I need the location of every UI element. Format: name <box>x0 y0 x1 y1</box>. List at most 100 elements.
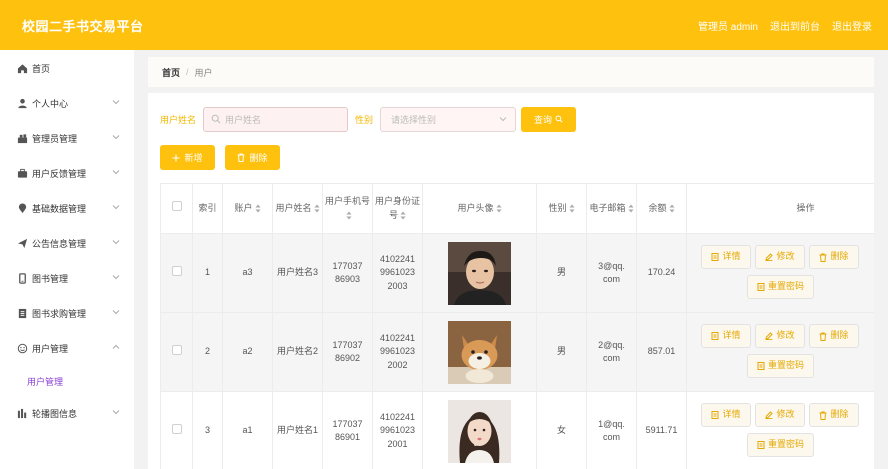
edit-button[interactable]: 修改 <box>755 245 805 269</box>
row-checkbox[interactable] <box>171 344 182 355</box>
cell-index: 1 <box>192 233 223 313</box>
chevron-down-icon <box>112 275 120 280</box>
sidebar-item-personal[interactable]: 个人中心 <box>0 86 134 121</box>
sidebar-item-carousel[interactable]: 轮播图信息 <box>0 396 134 431</box>
column-header-ops: 操作 <box>686 183 874 234</box>
shiba-dog-photo[interactable] <box>448 320 511 384</box>
breadcrumb-separator: / <box>186 67 189 77</box>
breadcrumb: 首页 / 用户 <box>148 57 874 87</box>
column-header-idcard[interactable]: 用户身份证号 <box>372 183 423 234</box>
main-panel: 用户姓名 用户姓名 性别 请选择性别 查询 新增 删除 索引 账户 用户姓名 用… <box>148 93 874 469</box>
chart-icon <box>16 408 28 420</box>
document-icon <box>711 253 719 261</box>
cell-name: 用户姓名1 <box>272 391 323 469</box>
header-label: 账户 <box>234 202 253 213</box>
delete-button[interactable]: 删除 <box>809 403 859 427</box>
cell-name: 用户姓名2 <box>272 312 323 392</box>
sort-icon[interactable] <box>628 204 634 213</box>
select-all-cell[interactable] <box>160 183 193 234</box>
breadcrumb-current: 用户 <box>194 67 213 78</box>
cell-idcard: 410224199610232002 <box>372 312 423 392</box>
query-button[interactable]: 查询 <box>521 106 577 132</box>
gender-filter-label: 性别 <box>355 114 374 125</box>
detail-label: 详情 <box>722 251 741 262</box>
sidebar-item-basedata[interactable]: 基础数据管理 <box>0 191 134 226</box>
cell-phone: 17703786902 <box>322 312 373 392</box>
add-button[interactable]: 新增 <box>160 145 215 170</box>
edit-label: 修改 <box>776 251 795 262</box>
pencil-icon <box>765 332 774 340</box>
delete-label: 删除 <box>830 409 849 420</box>
breadcrumb-home[interactable]: 首页 <box>162 66 180 79</box>
sidebar-item-admin[interactable]: 管理员管理 <box>0 121 134 156</box>
sort-icon[interactable] <box>669 204 675 213</box>
admin-label: 管理员 admin <box>697 22 758 33</box>
column-header-phone[interactable]: 用户手机号 <box>322 183 373 234</box>
briefcase-icon <box>16 168 28 180</box>
chevron-down-icon <box>112 170 120 175</box>
reset-label: 重置密码 <box>767 281 804 292</box>
sort-icon[interactable] <box>314 204 320 213</box>
reset-password-button[interactable]: 重置密码 <box>747 354 814 378</box>
sidebar-item-home[interactable]: 首页 <box>0 51 134 86</box>
column-header-avatar[interactable]: 用户头像 <box>422 183 537 234</box>
sidebar-item-label: 管理员管理 <box>32 134 78 144</box>
row-select-cell[interactable] <box>160 312 193 392</box>
sidebar-item-feedback[interactable]: 用户反馈管理 <box>0 156 134 191</box>
detail-button[interactable]: 详情 <box>701 245 751 269</box>
sidebar-item-label: 首页 <box>32 64 51 74</box>
sidebar-item-books[interactable]: 图书管理 <box>0 261 134 296</box>
pencil-icon <box>765 253 774 261</box>
sort-icon[interactable] <box>400 211 406 220</box>
cell-email: 2@qq.com <box>586 312 637 392</box>
cell-email: 3@qq.com <box>586 233 637 313</box>
column-header-email[interactable]: 电子邮箱 <box>586 183 637 234</box>
detail-button[interactable]: 详情 <box>701 324 751 348</box>
column-header-account[interactable]: 账户 <box>222 183 273 234</box>
document-icon <box>757 362 765 370</box>
exit-to-front-link[interactable]: 退出到前台 <box>770 18 820 33</box>
row-checkbox[interactable] <box>171 265 182 276</box>
sort-icon[interactable] <box>569 204 575 213</box>
header-label: 用户头像 <box>457 202 494 213</box>
row-select-cell[interactable] <box>160 233 193 313</box>
sidebar-item-users[interactable]: 用户管理 <box>0 331 134 366</box>
send-icon <box>16 238 28 250</box>
sidebar-item-label: 公告信息管理 <box>32 239 87 249</box>
column-header-gender[interactable]: 性别 <box>536 183 587 234</box>
gender-select[interactable]: 请选择性别 <box>380 106 517 132</box>
cell-account: a2 <box>222 312 273 392</box>
column-header-balance[interactable]: 余额 <box>636 183 687 234</box>
submenu-item-user-management[interactable]: 用户管理 <box>0 366 134 396</box>
admin-icon <box>16 133 28 145</box>
chevron-down-icon <box>112 410 120 415</box>
sort-icon[interactable] <box>496 204 502 213</box>
young-man-portrait[interactable] <box>448 241 511 305</box>
header-label: 电子邮箱 <box>589 202 626 213</box>
sidebar-item-label: 用户管理 <box>32 344 69 354</box>
select-all-checkbox[interactable] <box>171 201 182 212</box>
detail-button[interactable]: 详情 <box>701 403 751 427</box>
reset-password-button[interactable]: 重置密码 <box>747 433 814 457</box>
cell-avatar <box>422 233 537 313</box>
sort-icon[interactable] <box>346 211 352 220</box>
row-select-cell[interactable] <box>160 391 193 469</box>
name-search-input[interactable]: 用户姓名 <box>203 106 349 132</box>
edit-button[interactable]: 修改 <box>755 403 805 427</box>
sidebar-item-label: 图书求购管理 <box>32 309 87 319</box>
edit-button[interactable]: 修改 <box>755 324 805 348</box>
young-woman-portrait[interactable] <box>448 399 511 463</box>
delete-button[interactable]: 删除 <box>809 324 859 348</box>
sort-icon[interactable] <box>255 204 261 213</box>
row-checkbox[interactable] <box>171 423 182 434</box>
reset-password-button[interactable]: 重置密码 <box>747 275 814 299</box>
chevron-up-icon <box>112 344 120 349</box>
batch-delete-button[interactable]: 删除 <box>225 145 280 170</box>
sidebar-item-notice[interactable]: 公告信息管理 <box>0 226 134 261</box>
delete-button[interactable]: 删除 <box>809 245 859 269</box>
cell-email: 1@qq.com <box>586 391 637 469</box>
sidebar-item-purchase[interactable]: 图书求购管理 <box>0 296 134 331</box>
column-header-name[interactable]: 用户姓名 <box>272 183 323 234</box>
document-icon <box>711 332 719 340</box>
logout-link[interactable]: 退出登录 <box>832 18 872 33</box>
